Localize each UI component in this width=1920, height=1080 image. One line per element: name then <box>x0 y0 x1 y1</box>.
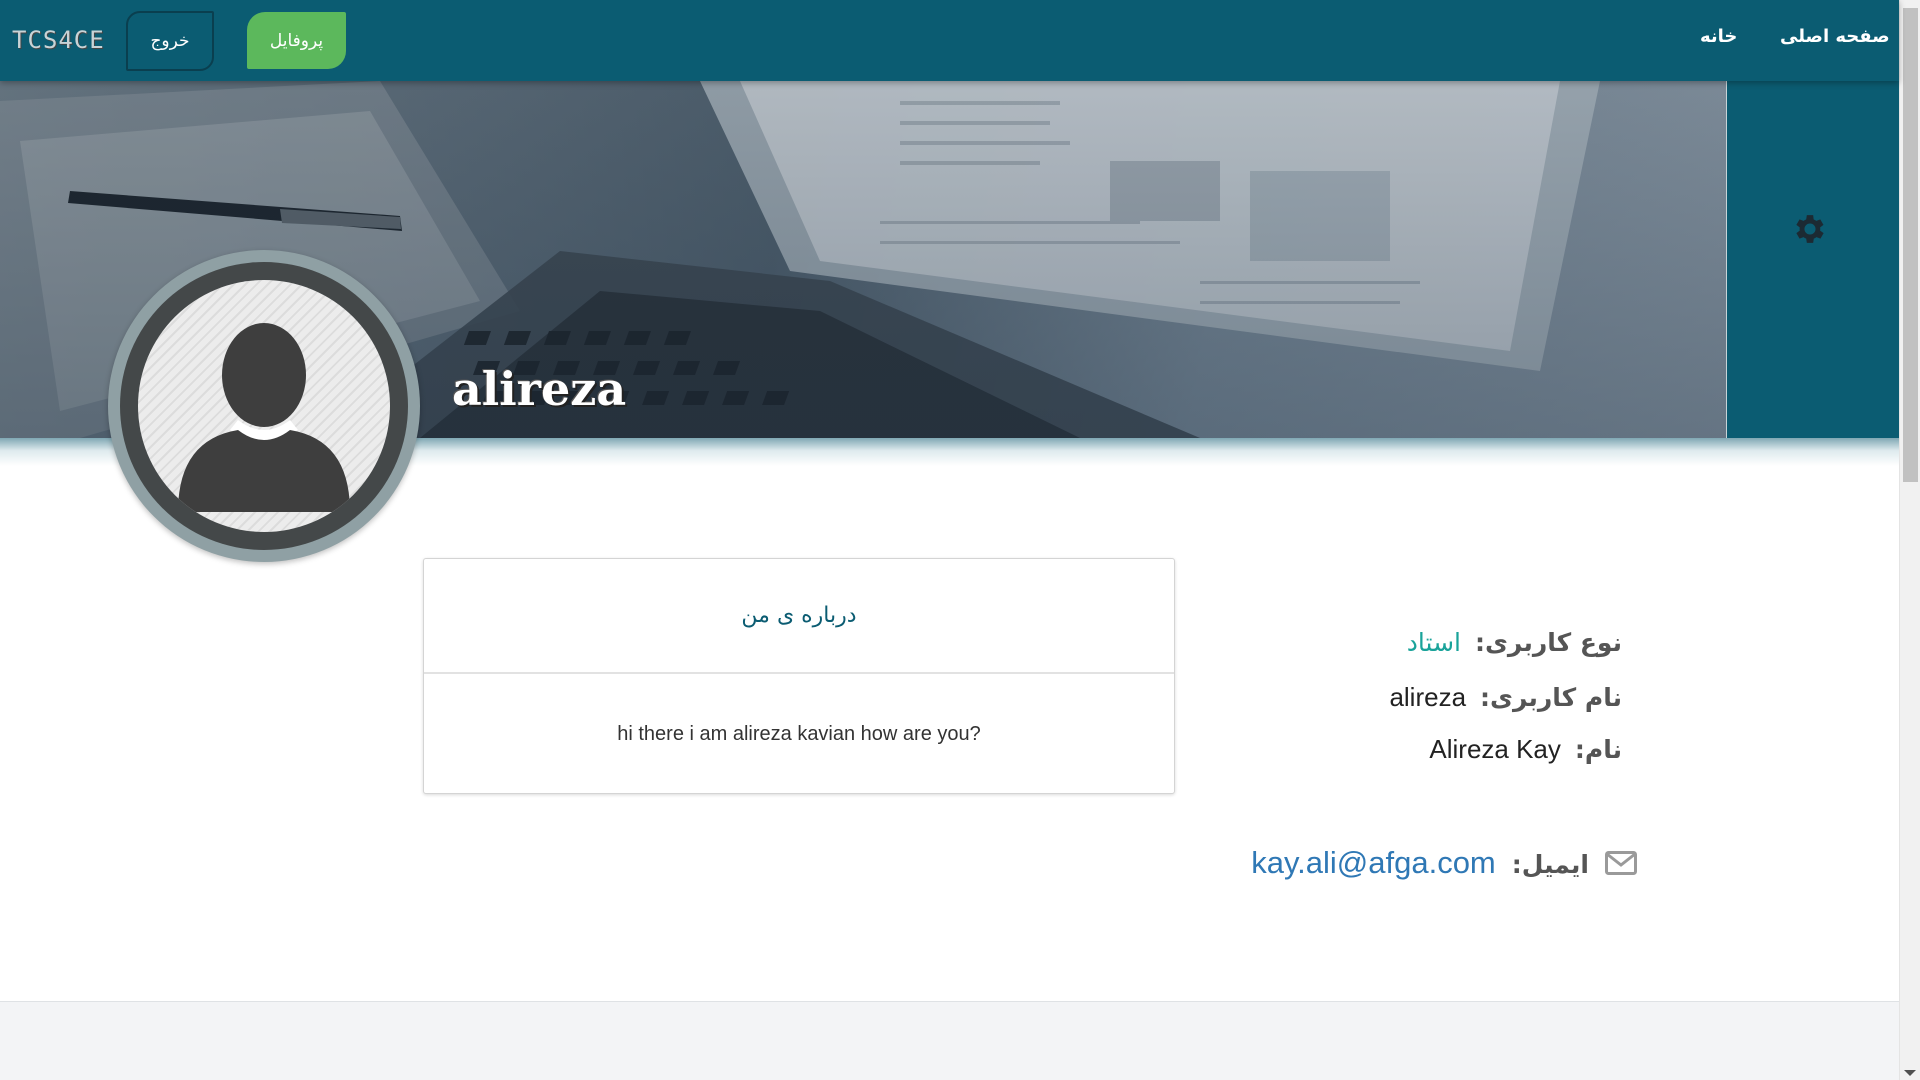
name-row: نام: Alireza Kay <box>1429 734 1622 765</box>
username-value: alireza <box>1389 682 1467 712</box>
user-type-label: نوع کاربری: <box>1474 628 1622 657</box>
name-label: نام: <box>1574 735 1622 764</box>
about-me-title: درباره ی من <box>741 603 857 628</box>
gear-icon[interactable] <box>1791 210 1829 248</box>
page: TCS4CE خروج پروفایل خانه صفحه اصلی alire… <box>0 0 1920 1080</box>
top-navbar: TCS4CE خروج پروفایل خانه صفحه اصلی <box>0 0 1899 81</box>
about-me-header: درباره ی من <box>424 559 1174 674</box>
profile-button[interactable]: پروفایل <box>247 12 346 69</box>
gear-icon-svg <box>1796 215 1824 243</box>
nav-home-link[interactable]: خانه <box>1700 26 1737 47</box>
user-type-row: نوع کاربری: استاد <box>1407 628 1622 657</box>
about-me-text: hi there i am alireza kavian how are you… <box>617 723 981 745</box>
envelope-icon-svg <box>1605 851 1637 875</box>
user-type-value: استاد <box>1406 628 1461 657</box>
about-me-card: درباره ی من hi there i am alireza kavian… <box>423 558 1175 794</box>
settings-panel <box>1726 81 1899 438</box>
scroll-down-arrow-icon[interactable] <box>1904 1070 1916 1076</box>
scrollbar-thumb[interactable] <box>1903 8 1918 482</box>
brand-logo[interactable]: TCS4CE <box>12 26 105 54</box>
nav-main-page-link[interactable]: صفحه اصلی <box>1780 26 1890 47</box>
vertical-scrollbar[interactable] <box>1899 0 1920 1080</box>
name-value: Alireza Kay <box>1429 734 1561 764</box>
email-label: ایمیل: <box>1511 850 1589 879</box>
email-row: ایمیل: kay.ali@afga.com <box>1251 845 1637 881</box>
username-row: نام کاربری: alireza <box>1389 682 1622 713</box>
avatar <box>108 250 420 562</box>
avatar-ring <box>120 262 408 550</box>
email-link[interactable]: kay.ali@afga.com <box>1251 845 1496 881</box>
username-label: نام کاربری: <box>1480 683 1622 712</box>
user-avatar-icon <box>138 280 390 532</box>
avatar-silhouette <box>178 323 350 512</box>
about-me-body: hi there i am alireza kavian how are you… <box>424 676 1174 793</box>
envelope-icon <box>1605 851 1637 875</box>
footer <box>0 1001 1899 1080</box>
logout-button[interactable]: خروج <box>126 11 214 71</box>
profile-username-heading: alireza <box>452 362 627 416</box>
